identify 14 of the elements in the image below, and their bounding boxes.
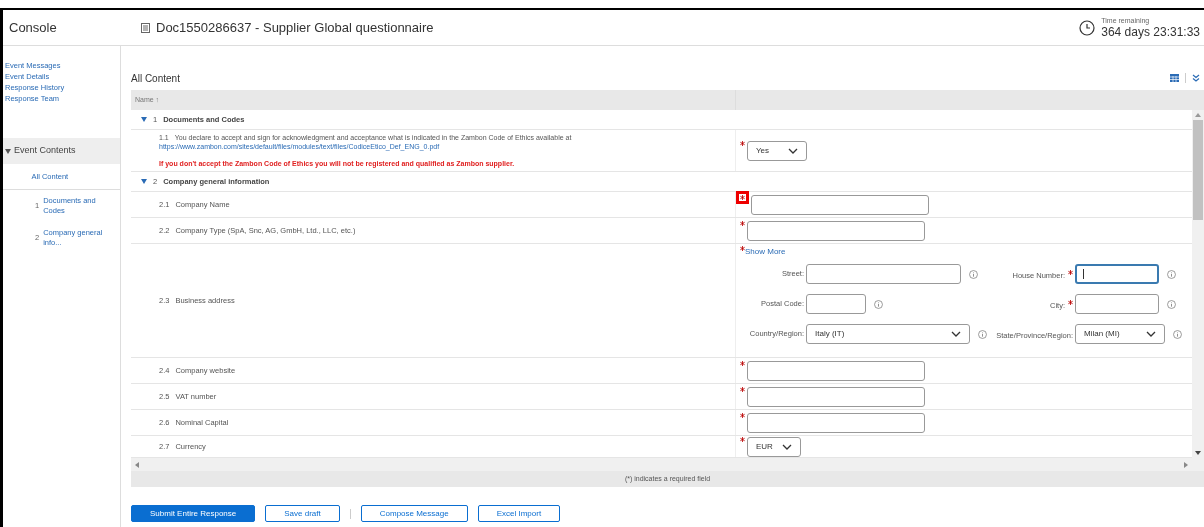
content-title: All Content <box>131 71 181 86</box>
document-title: Doc1550286637 - Supplier Global questionnaire <box>156 18 435 37</box>
action-button[interactable]: Excel Import <box>477 505 561 522</box>
dropdown[interactable]: Italy (IT) <box>806 324 970 344</box>
dropdown[interactable]: Yes <box>747 140 807 161</box>
time-remaining-value: 364 days 23:31:33 <box>1101 26 1200 38</box>
console-title: Console <box>8 18 58 37</box>
action-button[interactable]: Submit Entire Response <box>131 505 256 522</box>
action-button[interactable]: Compose Message <box>360 505 468 522</box>
show-more-link[interactable]: Show More <box>745 246 786 258</box>
action-button[interactable]: Save draft <box>265 505 340 522</box>
dropdown[interactable]: Milan (MI) <box>1075 324 1165 344</box>
dropdown[interactable]: EUR <box>747 436 801 457</box>
event-contents-header[interactable]: Event Contents <box>3 138 120 164</box>
